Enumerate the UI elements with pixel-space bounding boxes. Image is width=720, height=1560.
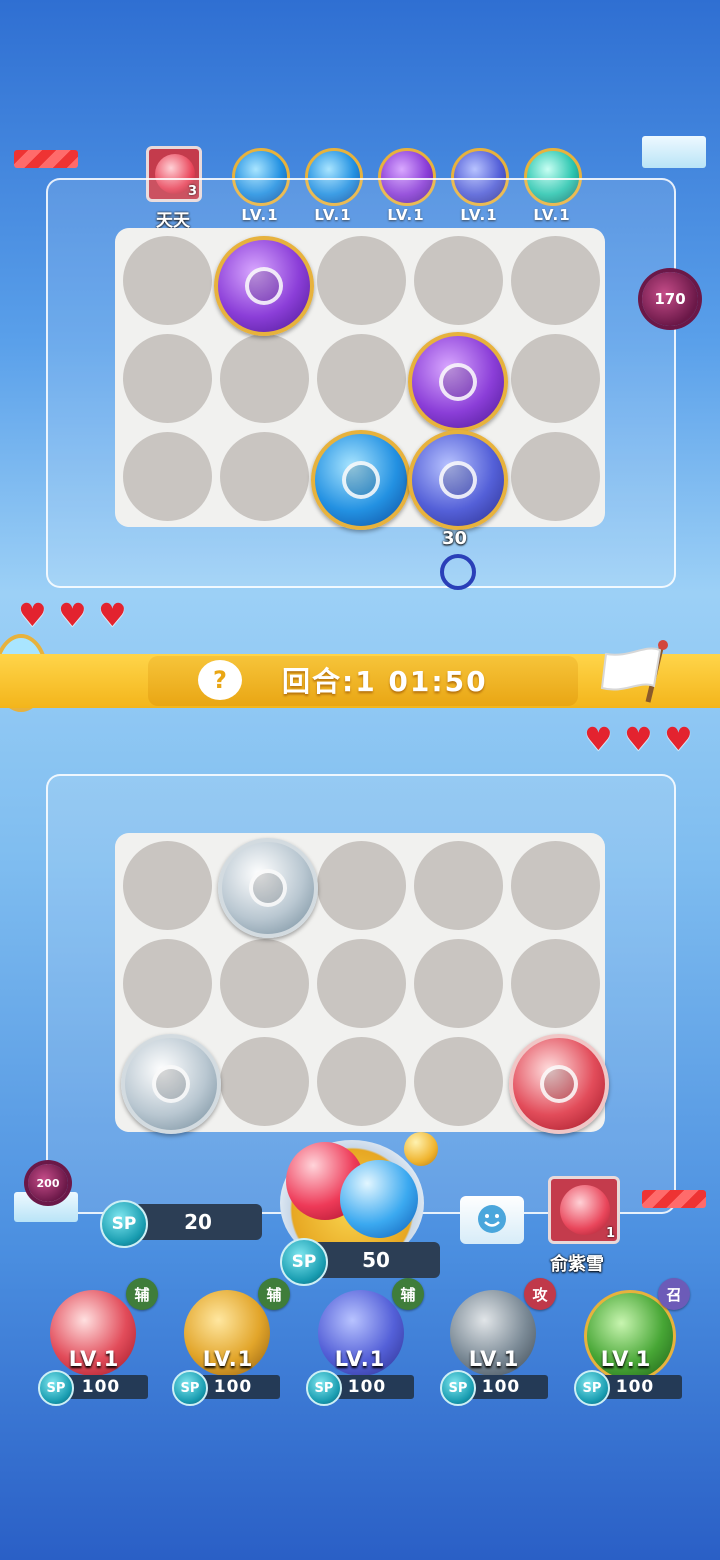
moon-orb-icon[interactable] [408, 430, 508, 530]
board-slot[interactable] [220, 432, 309, 521]
summon-cost-value: 50 [362, 1248, 390, 1272]
gold-knob-icon [404, 1132, 438, 1166]
board-slot[interactable] [317, 1037, 406, 1126]
sp-label: SP [314, 1380, 334, 1396]
opponent-heart-icon: ♥ [58, 596, 87, 634]
board-slot[interactable] [511, 939, 600, 1028]
sp-label: SP [46, 1380, 66, 1396]
board-slot[interactable] [511, 334, 600, 423]
opponent-right-pad [642, 136, 706, 168]
board-slot[interactable] [123, 432, 212, 521]
opponent-heart-icon: ♥ [18, 596, 47, 634]
sp-label: SP [582, 1380, 602, 1396]
board-slot[interactable] [317, 236, 406, 325]
board-slot[interactable] [220, 334, 309, 423]
player-heart-icon: ♥ [664, 720, 693, 758]
board-slot[interactable] [414, 939, 503, 1028]
opponent-monster[interactable]: 170 [642, 272, 698, 326]
leaf-orb-icon[interactable] [408, 332, 508, 432]
projectile-ring-icon [440, 554, 476, 590]
leaf-orb-icon[interactable] [214, 236, 314, 336]
sp-label: SP [111, 1214, 137, 1234]
wind-orb-icon[interactable] [218, 838, 318, 938]
wave-orb-icon[interactable] [311, 430, 411, 530]
opponent-monster-hp: 170 [654, 290, 686, 308]
board-slot[interactable] [511, 236, 600, 325]
board-slot[interactable] [414, 1037, 503, 1126]
sp-badge: SP [574, 1370, 610, 1406]
summon-cost-bar: 50 [312, 1242, 440, 1278]
player-monster[interactable]: 200 [28, 1164, 68, 1202]
blue-bubble-icon [340, 1160, 418, 1238]
player-right-pad [642, 1190, 706, 1208]
opponent-left-pad [14, 150, 78, 168]
surrender-flag-icon[interactable] [600, 640, 680, 704]
player-monster-hp: 200 [36, 1176, 60, 1190]
board-slot[interactable] [123, 939, 212, 1028]
board-slot[interactable] [414, 236, 503, 325]
board-slot[interactable] [414, 841, 503, 930]
sp-badge: SP [100, 1200, 148, 1248]
sp-badge: SP [38, 1370, 74, 1406]
question-mark-icon[interactable]: ? [198, 660, 242, 700]
player-name: 俞紫雪 [550, 1254, 604, 1275]
skill-level: LV.1 [600, 1347, 652, 1371]
sp-label: SP [291, 1252, 317, 1272]
sp-badge: SP [440, 1370, 476, 1406]
board-slot[interactable] [317, 841, 406, 930]
fire-icon [560, 1185, 610, 1235]
fang-orb-icon[interactable] [509, 1034, 609, 1134]
board-slot[interactable] [123, 236, 212, 325]
board-slot[interactable] [220, 1037, 309, 1126]
skill-level: LV.1 [468, 1347, 520, 1371]
player-heart-icon: ♥ [624, 720, 653, 758]
board-slot[interactable] [123, 841, 212, 930]
board-slot[interactable] [123, 334, 212, 423]
sp-badge: SP [306, 1370, 342, 1406]
damage-number: 30 [442, 528, 468, 549]
sp-current-value: 20 [184, 1210, 212, 1234]
board-slot[interactable] [317, 939, 406, 1028]
round-timer-text: 回合:1 01:50 [282, 665, 488, 698]
sp-badge: SP [172, 1370, 208, 1406]
skill-level: LV.1 [334, 1347, 386, 1371]
board-slot[interactable] [511, 432, 600, 521]
sp-label: SP [448, 1380, 468, 1396]
support-tag: 辅 [258, 1278, 290, 1310]
skill-level: LV.1 [68, 1347, 120, 1371]
player-card[interactable]: 1 [548, 1176, 620, 1244]
attack-tag: 攻 [524, 1278, 556, 1310]
sp-label: SP [180, 1380, 200, 1396]
board-slot[interactable] [511, 841, 600, 930]
board-slot[interactable] [220, 939, 309, 1028]
support-tag: 辅 [392, 1278, 424, 1310]
smiley-chat-icon [478, 1205, 506, 1233]
wind-orb-icon[interactable] [121, 1034, 221, 1134]
sp-current-bar: 20 [134, 1204, 262, 1240]
opponent-heart-icon: ♥ [98, 596, 127, 634]
summon-sp-badge: SP [280, 1238, 328, 1286]
player-card-count: 1 [605, 1226, 615, 1241]
player-heart-icon: ♥ [584, 720, 613, 758]
support-tag: 辅 [126, 1278, 158, 1310]
chat-button[interactable] [460, 1196, 524, 1244]
skill-level: LV.1 [202, 1347, 254, 1371]
board-slot[interactable] [317, 334, 406, 423]
summon-tag: 召 [658, 1278, 690, 1310]
